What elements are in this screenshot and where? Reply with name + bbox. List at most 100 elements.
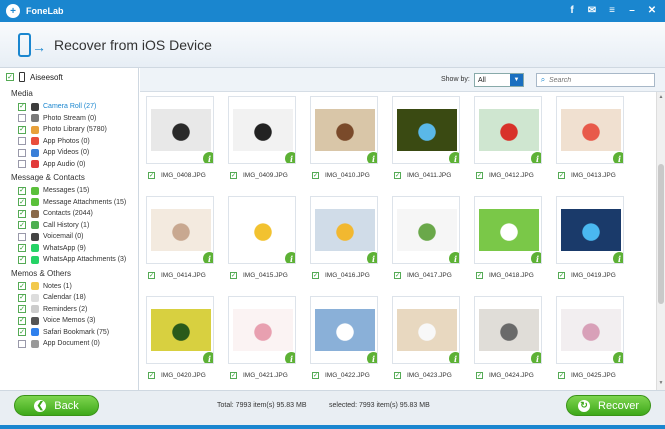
photo-checkbox[interactable]: ✓ [148,172,155,179]
photo-checkbox[interactable]: ✓ [558,172,565,179]
photo-tile[interactable]: i ✓ IMG_0421.JPG [225,294,296,384]
sidebar-item-checkbox[interactable]: ✓ [18,125,26,134]
sidebar-item-checkbox[interactable]: ✓ [18,282,26,291]
photo-thumbnail[interactable]: i [474,96,542,164]
info-icon[interactable]: i [367,152,377,163]
sidebar-item[interactable]: ✓ Photo Library (5780) [0,124,138,136]
info-icon[interactable]: i [203,252,213,263]
scroll-down-icon[interactable]: ▼ [657,380,665,388]
sidebar-item-checkbox[interactable]: ✓ [18,209,26,218]
info-icon[interactable]: i [367,352,377,363]
info-icon[interactable]: i [613,252,623,263]
info-icon[interactable]: i [285,252,295,263]
photo-tile[interactable]: i ✓ IMG_0409.JPG [225,94,296,184]
sidebar-item[interactable]: ✓ Call History (1) [0,220,138,232]
minimize-button[interactable]: – [625,3,639,17]
sidebar-item-checkbox[interactable] [18,137,26,146]
photo-thumbnail[interactable]: i [392,196,460,264]
photo-tile[interactable]: i ✓ IMG_0416.JPG [307,194,378,284]
chat-icon[interactable]: ✉ [585,3,599,17]
device-row[interactable]: ✓ Aiseesoft [0,68,138,86]
search-input[interactable] [549,76,649,84]
info-icon[interactable]: i [531,252,541,263]
photo-checkbox[interactable]: ✓ [230,172,237,179]
photo-checkbox[interactable]: ✓ [558,272,565,279]
photo-tile[interactable]: i ✓ IMG_0413.JPG [553,94,624,184]
photo-thumbnail[interactable]: i [228,296,296,364]
photo-tile[interactable]: i ✓ IMG_0411.JPG [389,94,460,184]
photo-tile[interactable]: i ✓ IMG_0425.JPG [553,294,624,384]
photo-thumbnail[interactable]: i [392,296,460,364]
photo-tile[interactable]: i ✓ IMG_0418.JPG [471,194,542,284]
scrollbar-thumb[interactable] [658,164,664,304]
sidebar-item[interactable]: ✓ WhatsApp Attachments (3) [0,254,138,266]
sidebar-item[interactable]: ✓ Message Attachments (15) [0,197,138,209]
photo-tile[interactable]: i ✓ IMG_0422.JPG [307,294,378,384]
info-icon[interactable]: i [285,152,295,163]
photo-thumbnail[interactable]: i [556,196,624,264]
photo-checkbox[interactable]: ✓ [476,272,483,279]
photo-checkbox[interactable]: ✓ [312,372,319,379]
sidebar-item[interactable]: ✓ WhatsApp (9) [0,243,138,255]
menu-icon[interactable]: ≡ [605,3,619,17]
sidebar-item[interactable]: Voicemail (0) [0,231,138,243]
photo-thumbnail[interactable]: i [310,196,378,264]
sidebar-item[interactable]: ✓ Messages (15) [0,185,138,197]
photo-thumbnail[interactable]: i [146,196,214,264]
photo-checkbox[interactable]: ✓ [558,372,565,379]
sidebar-item[interactable]: ✓ Notes (1) [0,281,138,293]
info-icon[interactable]: i [613,352,623,363]
photo-checkbox[interactable]: ✓ [230,372,237,379]
info-icon[interactable]: i [449,252,459,263]
photo-tile[interactable]: i ✓ IMG_0414.JPG [143,194,214,284]
close-button[interactable]: ✕ [645,3,659,17]
sidebar-item-checkbox[interactable]: ✓ [18,221,26,230]
photo-thumbnail[interactable]: i [474,196,542,264]
info-icon[interactable]: i [203,352,213,363]
sidebar-item[interactable]: Photo Stream (0) [0,113,138,125]
photo-tile[interactable]: i ✓ IMG_0423.JPG [389,294,460,384]
photo-thumbnail[interactable]: i [556,96,624,164]
info-icon[interactable]: i [613,152,623,163]
sidebar-item-checkbox[interactable] [18,339,26,348]
photo-thumbnail[interactable]: i [392,96,460,164]
info-icon[interactable]: i [449,352,459,363]
sidebar-item-checkbox[interactable] [18,148,26,157]
info-icon[interactable]: i [367,252,377,263]
info-icon[interactable]: i [449,152,459,163]
sidebar-item-checkbox[interactable]: ✓ [18,244,26,253]
photo-checkbox[interactable]: ✓ [148,272,155,279]
photo-checkbox[interactable]: ✓ [394,372,401,379]
photo-tile[interactable]: i ✓ IMG_0415.JPG [225,194,296,284]
info-icon[interactable]: i [203,152,213,163]
photo-checkbox[interactable]: ✓ [312,172,319,179]
photo-checkbox[interactable]: ✓ [148,372,155,379]
sidebar-item[interactable]: App Videos (0) [0,147,138,159]
info-icon[interactable]: i [285,352,295,363]
sidebar-item-checkbox[interactable]: ✓ [18,186,26,195]
photo-checkbox[interactable]: ✓ [394,172,401,179]
photo-thumbnail[interactable]: i [228,196,296,264]
photo-tile[interactable]: i ✓ IMG_0420.JPG [143,294,214,384]
chevron-down-icon[interactable]: ▼ [510,74,523,86]
sidebar-item-checkbox[interactable]: ✓ [18,102,26,111]
photo-tile[interactable]: i ✓ IMG_0412.JPG [471,94,542,184]
photo-tile[interactable]: i ✓ IMG_0424.JPG [471,294,542,384]
grid-scrollbar[interactable]: ▲ ▼ [656,92,665,390]
photo-thumbnail[interactable]: i [146,296,214,364]
photo-thumbnail[interactable]: i [310,96,378,164]
scroll-up-icon[interactable]: ▲ [657,94,665,102]
facebook-icon[interactable]: f [565,3,579,17]
sidebar-item-checkbox[interactable] [18,232,26,241]
sidebar-item[interactable]: App Photos (0) [0,136,138,148]
sidebar-item[interactable]: ✓ Camera Roll (27) [0,101,138,113]
sidebar-item[interactable]: App Audio (0) [0,159,138,171]
photo-checkbox[interactable]: ✓ [476,372,483,379]
photo-checkbox[interactable]: ✓ [230,272,237,279]
photo-thumbnail[interactable]: i [146,96,214,164]
info-icon[interactable]: i [531,352,541,363]
recover-button[interactable]: ↻ Recover [566,395,651,416]
photo-tile[interactable]: i ✓ IMG_0410.JPG [307,94,378,184]
photo-thumbnail[interactable]: i [474,296,542,364]
photo-checkbox[interactable]: ✓ [476,172,483,179]
